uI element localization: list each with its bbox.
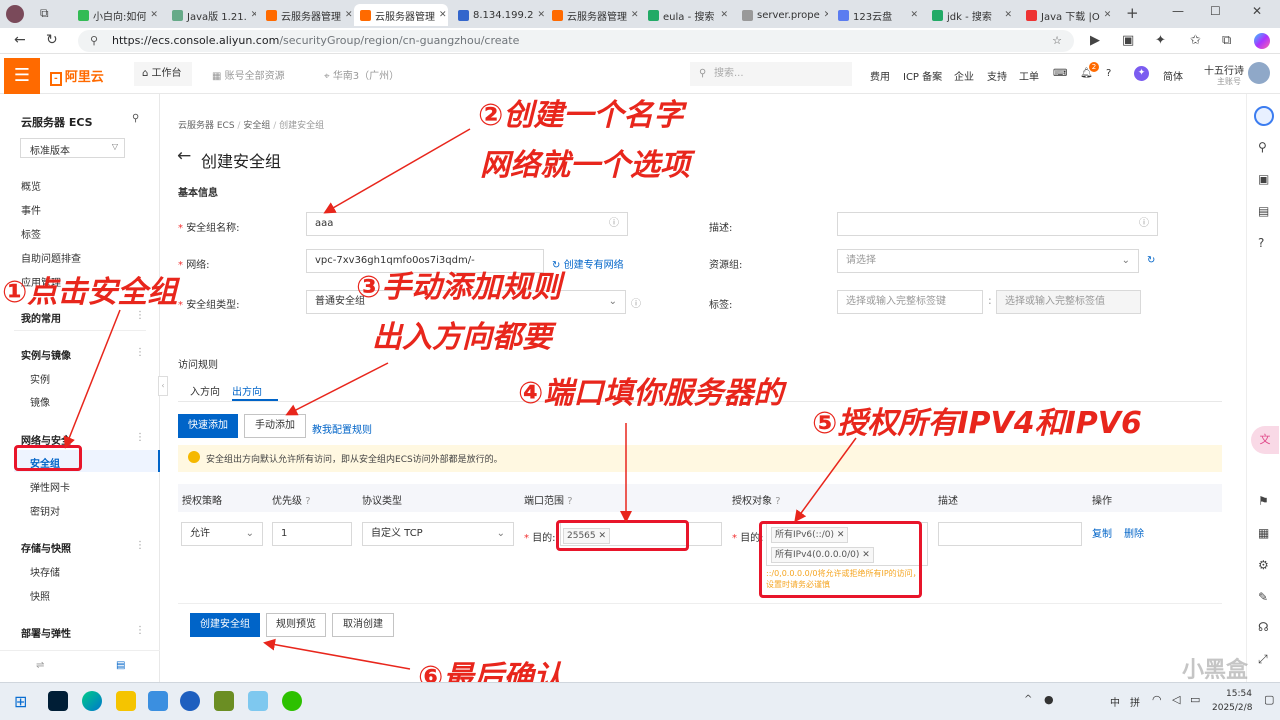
annotation-step-3-line2: 出入方向都要 [372, 320, 552, 355]
ime-input[interactable]: 拼 [1130, 694, 1140, 709]
start-icon[interactable]: ⊞ [14, 692, 27, 711]
annotation-step-4: ④端口填你服务器的 [518, 376, 784, 411]
annotation-step-3-line1: ③手动添加规则 [356, 270, 562, 305]
photoshop-icon[interactable] [48, 691, 68, 711]
annotation-step-5: ⑤授权所有IPV4和IPV6 [812, 406, 1142, 441]
qq-icon[interactable]: ● [1044, 693, 1054, 706]
minecraft-icon[interactable] [214, 691, 234, 711]
notepad-icon[interactable] [148, 691, 168, 711]
edge-icon[interactable] [82, 691, 102, 711]
wechat-icon[interactable] [282, 691, 302, 711]
tray-chevron-icon[interactable]: ^ [1024, 694, 1032, 705]
annotation-step-1: ①点击安全组 [2, 275, 178, 310]
watermark: 小黑盒 [1182, 658, 1249, 683]
notification-icon[interactable]: ▢ [1264, 693, 1274, 706]
annotation-step-2-line1: ②创建一个名字 [478, 98, 684, 133]
volume-icon[interactable]: ◁ [1172, 693, 1180, 706]
ime-lang[interactable]: 中 [1110, 694, 1120, 709]
battery-icon[interactable]: ▭ [1190, 693, 1200, 706]
clock-date[interactable]: 2025/2/8 [1212, 703, 1252, 713]
taskbar: ⊞ ^ ● 中 拼 ◠ ◁ ▭ 15:54 2025/2/8 ▢ [0, 682, 1280, 720]
explorer-icon[interactable] [116, 691, 136, 711]
wifi-icon[interactable]: ◠ [1152, 693, 1162, 706]
clock-time[interactable]: 15:54 [1226, 689, 1252, 699]
annotation-step-2-line2: 网络就一个选项 [480, 148, 690, 183]
storage-app-icon[interactable] [248, 691, 268, 711]
pcl-icon[interactable] [180, 691, 200, 711]
